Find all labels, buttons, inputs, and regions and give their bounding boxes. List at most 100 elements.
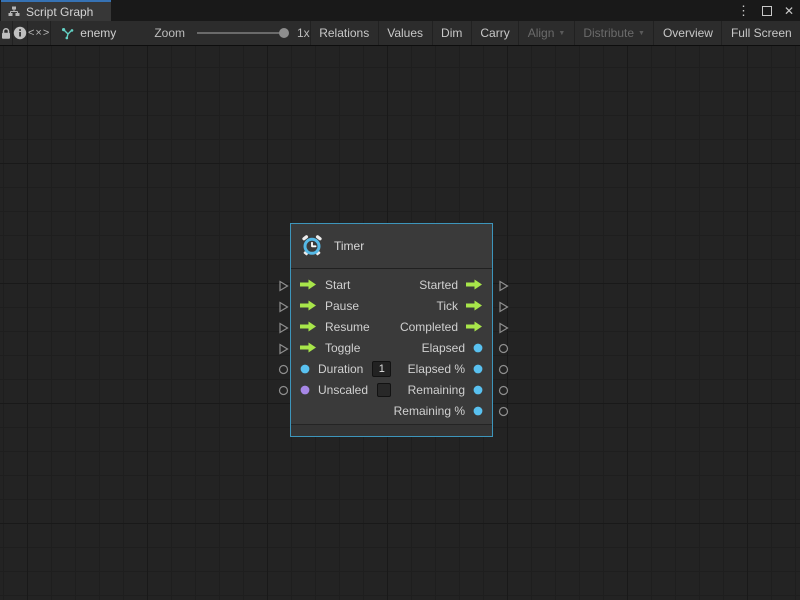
zoom-control: Zoom 1x	[154, 21, 309, 45]
port-row: Toggle Elapsed	[291, 337, 492, 358]
info-button[interactable]	[13, 21, 28, 45]
toolbar-button-values[interactable]: Values	[378, 21, 432, 45]
port-label-pause: Pause	[325, 299, 359, 313]
port-label-elapsed: Elapsed	[422, 341, 465, 355]
chevron-down-icon: ▼	[558, 30, 565, 37]
flow-port-icon[interactable]	[300, 342, 317, 353]
graph-icon	[61, 27, 74, 40]
toolbar-button-label: Dim	[441, 26, 462, 40]
value-port-icon[interactable]	[300, 364, 310, 374]
outer-left-port-pause[interactable]	[278, 301, 289, 313]
zoom-label: Zoom	[154, 26, 185, 40]
value-port-icon[interactable]	[473, 406, 483, 416]
flow-port-icon[interactable]	[466, 321, 483, 332]
flow-port-icon[interactable]	[300, 279, 317, 290]
toolbar-button-distribute: Distribute▼	[574, 21, 654, 45]
breadcrumb-label: enemy	[80, 26, 116, 40]
output-port-started[interactable]: Started	[419, 278, 483, 292]
duration-value-input[interactable]: 1	[372, 361, 391, 377]
output-port-tick[interactable]: Tick	[436, 299, 483, 313]
output-port-elapsed[interactable]: Elapsed %	[408, 362, 483, 376]
lock-button[interactable]	[0, 21, 13, 45]
alarm-clock-icon	[301, 235, 323, 257]
zoom-value: 1x	[297, 26, 310, 40]
value-port-icon[interactable]	[473, 364, 483, 374]
output-port-remaining[interactable]: Remaining %	[394, 404, 483, 418]
toolbar-button-overview[interactable]: Overview	[653, 21, 721, 45]
output-port-elapsed[interactable]: Elapsed	[422, 341, 483, 355]
outer-left-port-start[interactable]	[278, 280, 289, 292]
port-row: Unscaled Remaining	[291, 379, 492, 400]
unscaled-checkbox[interactable]	[377, 383, 391, 397]
port-label-resume: Resume	[325, 320, 370, 334]
toolbar-buttons: RelationsValuesDimCarryAlign▼Distribute▼…	[310, 21, 800, 45]
outer-right-port-elapsed[interactable]	[498, 343, 509, 354]
node-title: Timer	[334, 239, 364, 253]
outer-right-port-tick[interactable]	[498, 301, 509, 313]
port-label-elapsed: Elapsed %	[408, 362, 465, 376]
toolbar-button-carry[interactable]: Carry	[471, 21, 518, 45]
window-controls: ⋮ ✕	[737, 0, 794, 21]
toolbar-button-label: Carry	[480, 26, 509, 40]
input-port-duration[interactable]: Duration 1	[300, 361, 391, 377]
graph-breadcrumb[interactable]: enemy	[51, 21, 126, 45]
tab-script-graph[interactable]: Script Graph	[1, 0, 111, 21]
flow-port-icon[interactable]	[300, 321, 317, 332]
outer-right-port-started[interactable]	[498, 280, 509, 292]
code-icon: <×>	[28, 27, 50, 39]
code-view-button[interactable]: <×>	[28, 21, 51, 45]
maximize-icon[interactable]	[762, 6, 772, 16]
port-row: Remaining %	[291, 400, 492, 421]
script-graph-window: Script Graph ⋮ ✕	[0, 0, 800, 600]
outer-right-port-elapsed[interactable]	[498, 364, 509, 375]
input-port-pause[interactable]: Pause	[300, 299, 359, 313]
input-port-unscaled[interactable]: Unscaled	[300, 383, 391, 397]
graph-canvas[interactable]: Timer Start Started Pause Tick Resume Complet…	[0, 46, 800, 600]
outer-left-port-duration[interactable]	[278, 364, 289, 375]
port-label-remaining: Remaining %	[394, 404, 465, 418]
outer-left-port-toggle[interactable]	[278, 343, 289, 355]
outer-right-port-remaining[interactable]	[498, 385, 509, 396]
port-label-tick: Tick	[436, 299, 458, 313]
toolbar-button-align: Align▼	[518, 21, 574, 45]
close-icon[interactable]: ✕	[784, 5, 794, 17]
flow-port-icon[interactable]	[300, 300, 317, 311]
port-label-unscaled: Unscaled	[318, 383, 368, 397]
port-row: Start Started	[291, 274, 492, 295]
zoom-slider-handle[interactable]	[279, 28, 289, 38]
info-icon	[13, 26, 27, 40]
node-footer	[291, 424, 492, 436]
output-port-completed[interactable]: Completed	[400, 320, 483, 334]
outer-right-port-completed[interactable]	[498, 322, 509, 334]
toolbar-button-full-screen[interactable]: Full Screen	[721, 21, 800, 45]
port-row: Resume Completed	[291, 316, 492, 337]
toolbar-button-relations[interactable]: Relations	[310, 21, 378, 45]
timer-node-header[interactable]: Timer	[291, 224, 492, 269]
input-port-resume[interactable]: Resume	[300, 320, 370, 334]
value-port-icon[interactable]	[300, 385, 310, 395]
flow-port-icon[interactable]	[466, 300, 483, 311]
port-label-remaining: Remaining	[408, 383, 465, 397]
port-row: Duration 1 Elapsed %	[291, 358, 492, 379]
toolbar: <×> enemy Zoom 1x Relations Values Dim Carr…	[0, 21, 800, 46]
toolbar-button-label: Relations	[319, 26, 369, 40]
zoom-slider[interactable]	[197, 32, 287, 34]
outer-left-port-unscaled[interactable]	[278, 385, 289, 396]
port-label-duration: Duration	[318, 362, 363, 376]
value-port-icon[interactable]	[473, 385, 483, 395]
input-port-start[interactable]: Start	[300, 278, 350, 292]
output-port-remaining[interactable]: Remaining	[408, 383, 483, 397]
toolbar-button-label: Align	[528, 26, 555, 40]
toolbar-button-label: Full Screen	[731, 26, 792, 40]
input-port-toggle[interactable]: Toggle	[300, 341, 360, 355]
port-label-toggle: Toggle	[325, 341, 360, 355]
timer-node[interactable]: Timer Start Started Pause Tick Resume Complet…	[290, 223, 493, 437]
flow-port-icon[interactable]	[466, 279, 483, 290]
chevron-down-icon: ▼	[638, 30, 645, 37]
toolbar-button-dim[interactable]: Dim	[432, 21, 471, 45]
value-port-icon[interactable]	[473, 343, 483, 353]
outer-right-port-remaining[interactable]	[498, 406, 509, 417]
outer-left-port-resume[interactable]	[278, 322, 289, 334]
lock-icon	[0, 27, 12, 40]
more-icon[interactable]: ⋮	[737, 4, 750, 17]
